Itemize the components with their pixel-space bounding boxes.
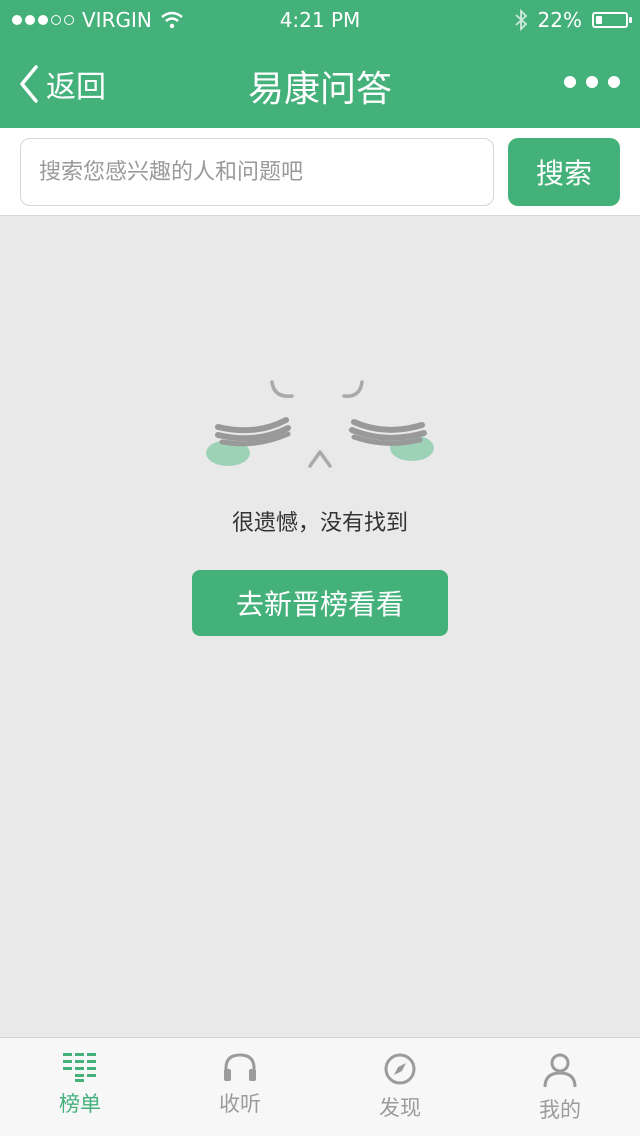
tab-mine[interactable]: 我的 [480, 1038, 640, 1136]
tab-ranking[interactable]: 榜单 [0, 1038, 160, 1136]
status-right: 22% [514, 8, 632, 32]
search-bar: 搜索 [0, 128, 640, 216]
battery-icon [592, 12, 632, 28]
empty-state-message: 很遗憾，没有找到 [231, 511, 408, 536]
page-title: 易康问答 [247, 69, 392, 110]
headphones-icon [224, 1053, 256, 1081]
tab-discover[interactable]: 发现 [320, 1038, 480, 1136]
more-options-icon[interactable] [564, 76, 620, 88]
user-icon [543, 1053, 577, 1088]
go-new-ranking-button[interactable]: 去新晋榜看看 [192, 570, 448, 636]
battery-percent: 22% [537, 8, 582, 32]
search-button[interactable]: 搜索 [508, 138, 620, 206]
list-icon [63, 1053, 96, 1082]
tab-listen[interactable]: 收听 [160, 1038, 320, 1136]
tab-label: 收听 [219, 1092, 261, 1116]
tab-label: 我的 [539, 1098, 581, 1122]
bluetooth-icon [514, 9, 527, 31]
search-input[interactable] [20, 138, 494, 206]
tab-label: 榜单 [59, 1092, 101, 1116]
compass-icon [384, 1053, 416, 1085]
navigation-bar: 返回 易康问答 [0, 40, 640, 128]
tab-bar: 榜单 收听 发现 我的 [0, 1037, 640, 1136]
tab-label: 发现 [379, 1096, 421, 1120]
status-bar: VIRGIN 4:21 PM 22% [0, 0, 640, 40]
top-header: VIRGIN 4:21 PM 22% 返回 易康问答 [0, 0, 640, 128]
sad-face-illustration [206, 380, 434, 468]
